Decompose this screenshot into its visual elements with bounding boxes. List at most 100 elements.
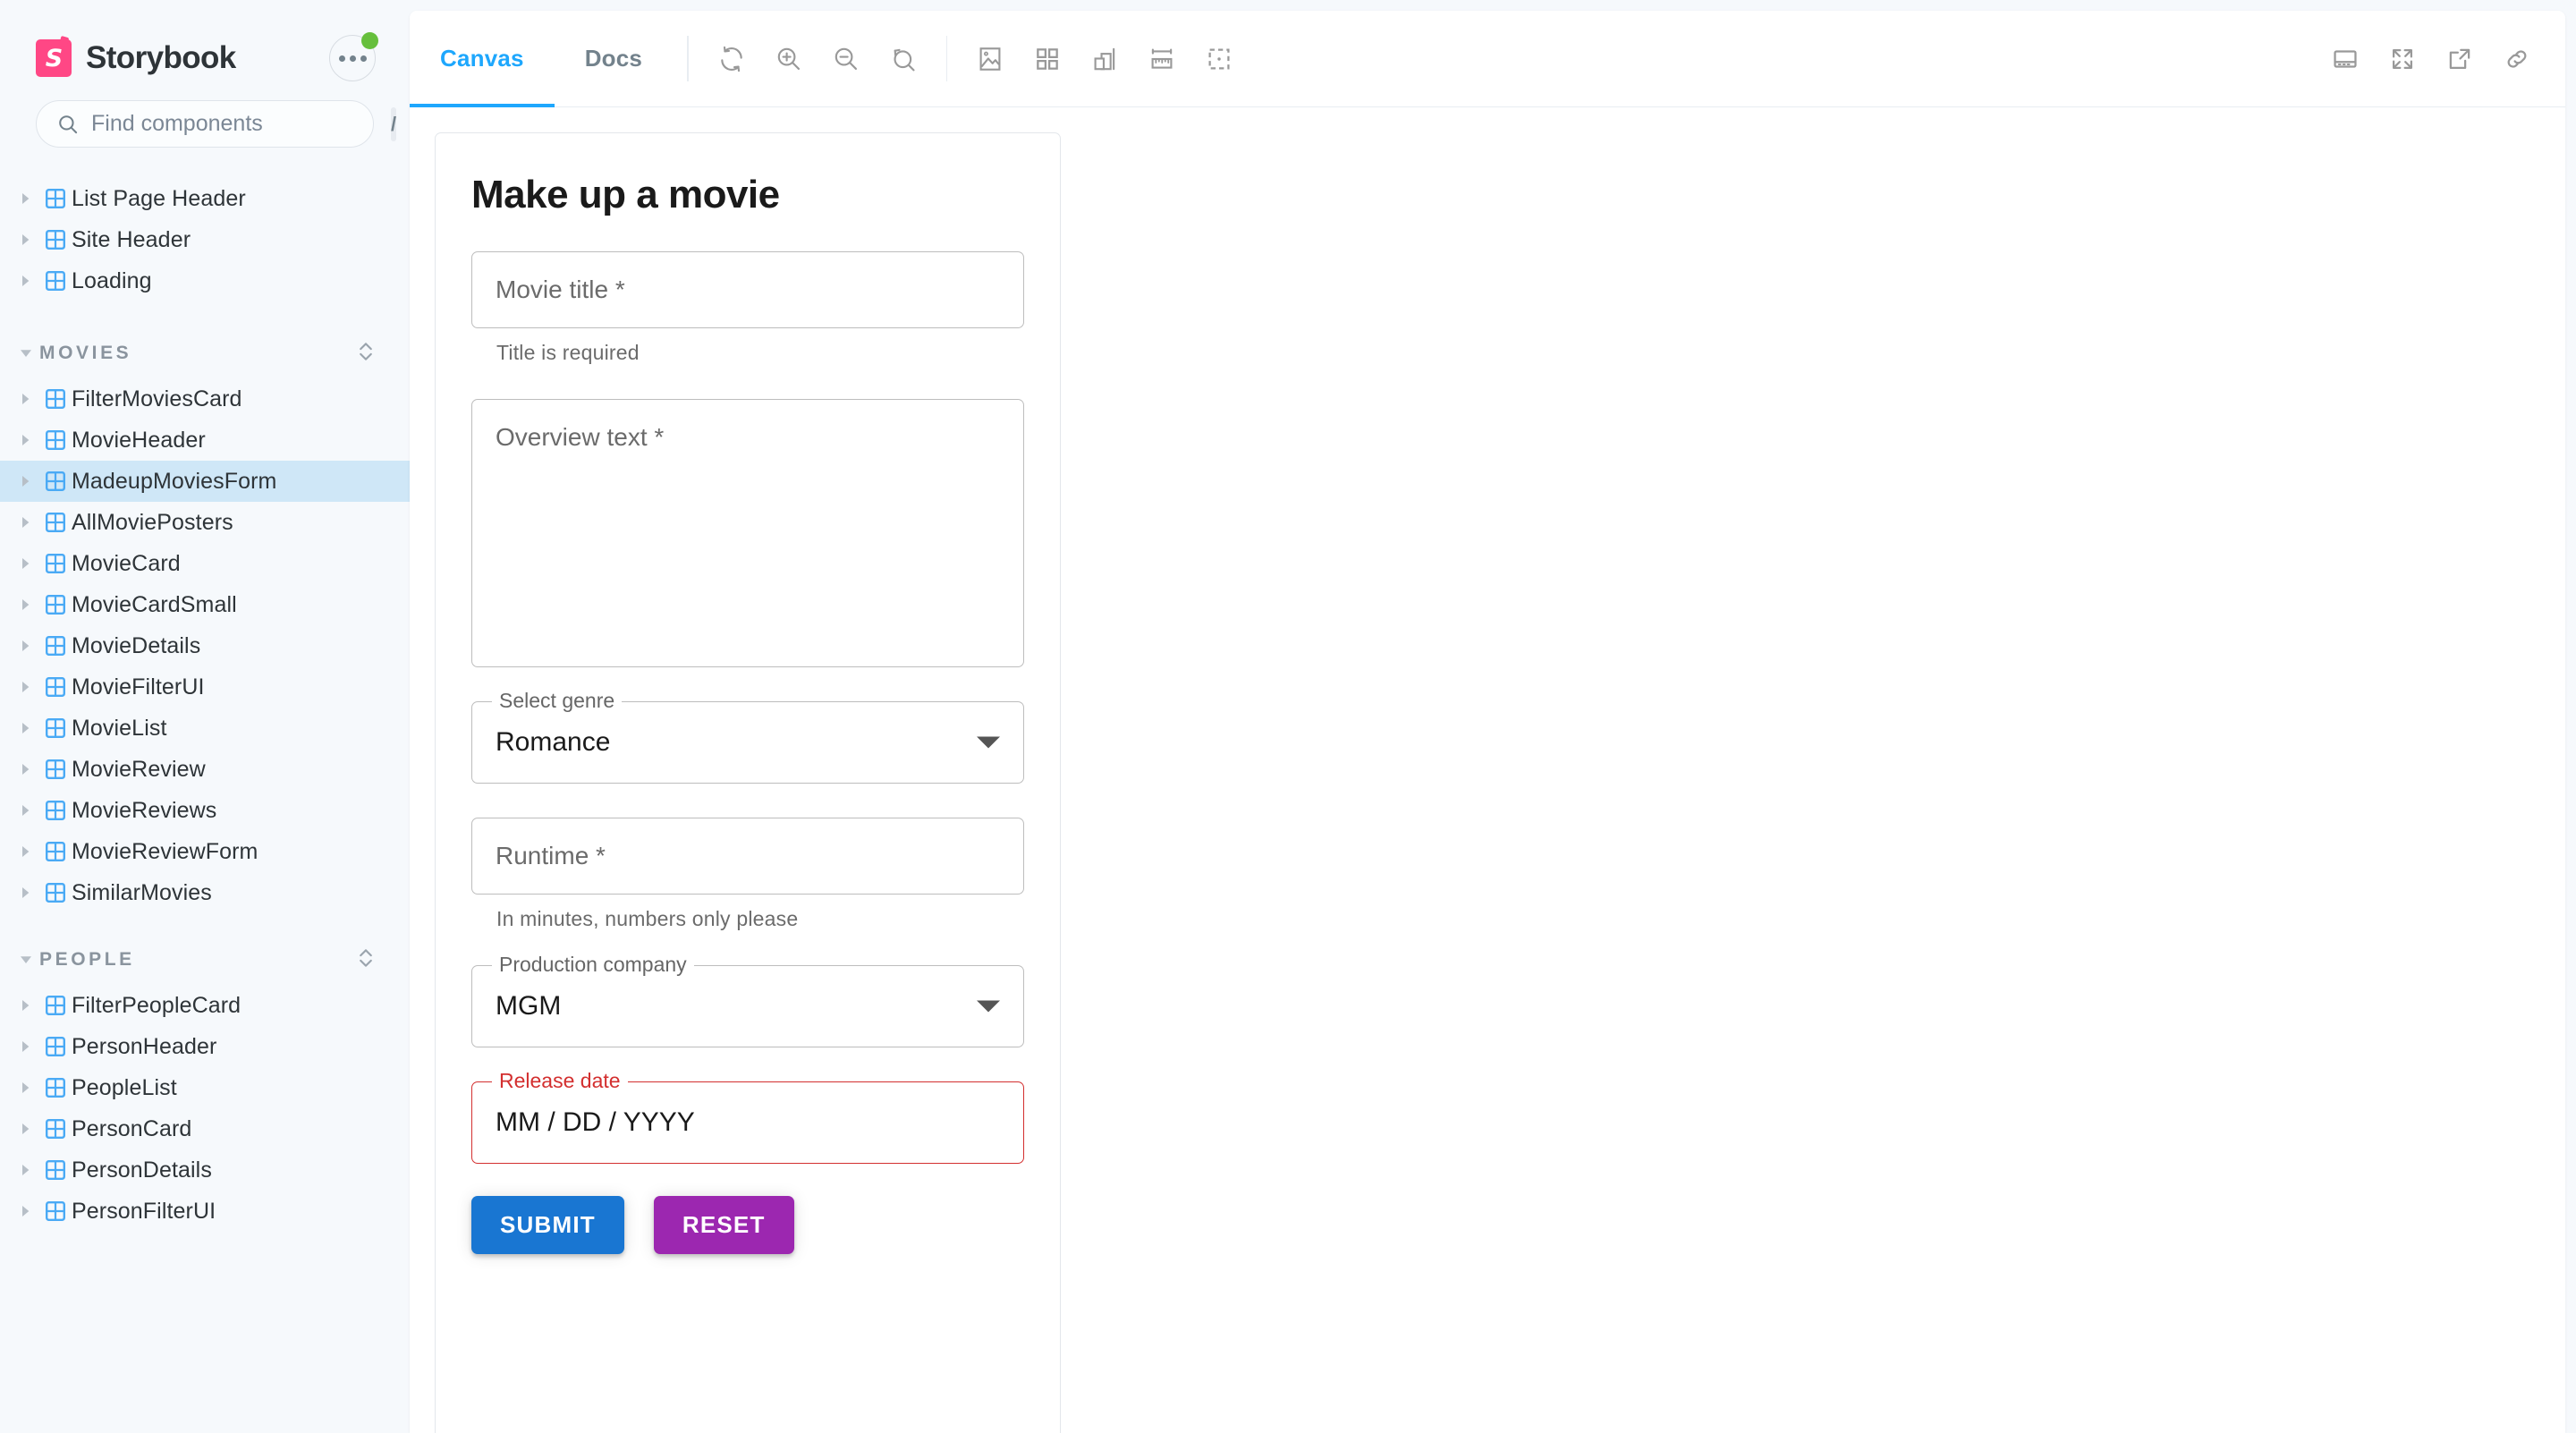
genre-select[interactable]: Select genre Romance bbox=[471, 691, 1024, 784]
expand-caret-icon[interactable] bbox=[13, 474, 39, 488]
production-company-label: Production company bbox=[492, 954, 694, 975]
component-icon bbox=[39, 429, 72, 451]
expand-caret-icon[interactable] bbox=[13, 191, 39, 206]
expand-caret-icon[interactable] bbox=[13, 433, 39, 447]
expand-caret-icon[interactable] bbox=[13, 1204, 39, 1218]
sidebar-item-movieheader[interactable]: MovieHeader bbox=[0, 420, 410, 461]
fullscreen-button[interactable] bbox=[2374, 11, 2431, 106]
expand-caret-icon[interactable] bbox=[13, 1122, 39, 1136]
component-icon bbox=[39, 388, 72, 410]
search-input[interactable] bbox=[91, 111, 379, 137]
zoom-in-button[interactable] bbox=[760, 11, 818, 106]
expand-caret-icon[interactable] bbox=[13, 1081, 39, 1095]
sidebar-item-label: PersonHeader bbox=[72, 1033, 217, 1059]
reset-button[interactable]: RESET bbox=[653, 1196, 794, 1254]
expand-caret-icon[interactable] bbox=[13, 598, 39, 612]
sidebar-item-moviecard[interactable]: MovieCard bbox=[0, 543, 410, 584]
sidebar-item-label: MovieCardSmall bbox=[72, 591, 237, 617]
brand[interactable]: S Storybook bbox=[36, 39, 236, 77]
sidebar-item-peoplelist[interactable]: PeopleList bbox=[0, 1067, 410, 1108]
outline-button[interactable] bbox=[1191, 11, 1248, 106]
storybook-logo-icon: S bbox=[36, 39, 72, 77]
submit-button[interactable]: SUBMIT bbox=[471, 1196, 624, 1254]
sidebar-item-moviereviewform[interactable]: MovieReviewForm bbox=[0, 831, 410, 872]
expand-caret-icon[interactable] bbox=[13, 998, 39, 1013]
production-company-select[interactable]: Production company MGM bbox=[471, 954, 1024, 1047]
sidebar-item-filterpeoplecard[interactable]: FilterPeopleCard bbox=[0, 985, 410, 1026]
expand-caret-icon[interactable] bbox=[13, 680, 39, 694]
backgrounds-button[interactable] bbox=[962, 11, 1019, 106]
search-box[interactable]: / bbox=[36, 100, 397, 148]
movie-title-input[interactable]: Movie title * bbox=[471, 251, 1024, 328]
expand-caret-icon[interactable] bbox=[13, 844, 39, 859]
expand-caret-icon[interactable] bbox=[13, 803, 39, 818]
sidebar-item-filtermoviescard[interactable]: FilterMoviesCard bbox=[0, 378, 410, 420]
sidebar-item-label: AllMoviePosters bbox=[72, 509, 233, 535]
open-in-new-tab-button[interactable] bbox=[2431, 11, 2488, 106]
zoom-reset-button[interactable] bbox=[875, 11, 932, 106]
tab-canvas[interactable]: Canvas bbox=[410, 11, 555, 108]
sidebar-item-moviereviews[interactable]: MovieReviews bbox=[0, 790, 410, 831]
sidebar-group-movies[interactable]: MOVIES bbox=[0, 328, 410, 378]
genre-label: Select genre bbox=[492, 691, 623, 711]
measure-button[interactable] bbox=[1133, 11, 1191, 106]
genre-field: Select genre Romance bbox=[471, 691, 1024, 784]
sidebar-item-moviedetails[interactable]: MovieDetails bbox=[0, 625, 410, 666]
brand-name: Storybook bbox=[86, 40, 236, 75]
sidebar-item-label: Loading bbox=[72, 267, 152, 293]
expand-caret-icon[interactable] bbox=[13, 515, 39, 530]
sidebar-item-movielist[interactable]: MovieList bbox=[0, 708, 410, 749]
expand-caret-icon[interactable] bbox=[13, 762, 39, 776]
tab-docs[interactable]: Docs bbox=[555, 11, 673, 106]
collapse-caret-icon[interactable] bbox=[13, 347, 39, 360]
expand-caret-icon[interactable] bbox=[13, 1163, 39, 1177]
production-company-field: Production company MGM bbox=[471, 954, 1024, 1047]
expand-caret-icon[interactable] bbox=[13, 886, 39, 900]
sidebar-item-loading[interactable]: Loading bbox=[0, 260, 410, 301]
remount-button[interactable] bbox=[703, 11, 760, 106]
expand-caret-icon[interactable] bbox=[13, 1039, 39, 1054]
form-title: Make up a movie bbox=[471, 173, 780, 216]
sidebar-item-moviefilterui[interactable]: MovieFilterUI bbox=[0, 666, 410, 708]
sidebar-group-people[interactable]: PEOPLE bbox=[0, 935, 410, 985]
sidebar-item-site-header[interactable]: Site Header bbox=[0, 219, 410, 260]
expand-all-icon[interactable] bbox=[356, 946, 376, 974]
expand-caret-icon[interactable] bbox=[13, 639, 39, 653]
runtime-input[interactable]: Runtime * bbox=[471, 818, 1024, 895]
sidebar-item-personcard[interactable]: PersonCard bbox=[0, 1108, 410, 1149]
toolbar-divider bbox=[687, 36, 689, 81]
release-date-input[interactable]: Release date MM / DD / YYYY bbox=[471, 1071, 1024, 1164]
genre-value: Romance bbox=[496, 727, 611, 757]
sidebar-item-label: PersonFilterUI bbox=[72, 1198, 216, 1224]
sidebar-item-similarmovies[interactable]: SimilarMovies bbox=[0, 872, 410, 913]
sidebar-item-personfilterui[interactable]: PersonFilterUI bbox=[0, 1191, 410, 1232]
more-options-button[interactable] bbox=[329, 32, 378, 81]
viewport-button[interactable] bbox=[1076, 11, 1133, 106]
collapse-caret-icon[interactable] bbox=[13, 954, 39, 966]
zoom-out-button[interactable] bbox=[818, 11, 875, 106]
sidebar-item-persondetails[interactable]: PersonDetails bbox=[0, 1149, 410, 1191]
tab-canvas-label: Canvas bbox=[440, 45, 524, 72]
expand-caret-icon[interactable] bbox=[13, 392, 39, 406]
copy-link-button[interactable] bbox=[2488, 11, 2546, 106]
sidebar-item-moviecardsmall[interactable]: MovieCardSmall bbox=[0, 584, 410, 625]
addons-panel-button[interactable] bbox=[2317, 11, 2374, 106]
grid-button[interactable] bbox=[1019, 11, 1076, 106]
expand-caret-icon[interactable] bbox=[13, 274, 39, 288]
sidebar-item-madeupmoviesform[interactable]: MadeupMoviesForm bbox=[0, 461, 410, 502]
viewport-icon bbox=[1094, 47, 1115, 70]
sidebar-item-moviereview[interactable]: MovieReview bbox=[0, 749, 410, 790]
component-icon bbox=[39, 1036, 72, 1057]
sidebar-item-allmovieposters[interactable]: AllMoviePosters bbox=[0, 502, 410, 543]
component-icon bbox=[39, 995, 72, 1016]
expand-caret-icon[interactable] bbox=[13, 233, 39, 247]
sidebar-item-list-page-header[interactable]: List Page Header bbox=[0, 178, 410, 219]
sidebar-item-personheader[interactable]: PersonHeader bbox=[0, 1026, 410, 1067]
expand-caret-icon[interactable] bbox=[13, 721, 39, 735]
sidebar: S Storybook / List Page HeaderSite bbox=[0, 0, 410, 1433]
expand-caret-icon[interactable] bbox=[13, 556, 39, 571]
sidebar-item-label: PeopleList bbox=[72, 1074, 177, 1100]
overview-textarea[interactable]: Overview text * bbox=[471, 399, 1024, 667]
expand-all-icon[interactable] bbox=[356, 340, 376, 368]
